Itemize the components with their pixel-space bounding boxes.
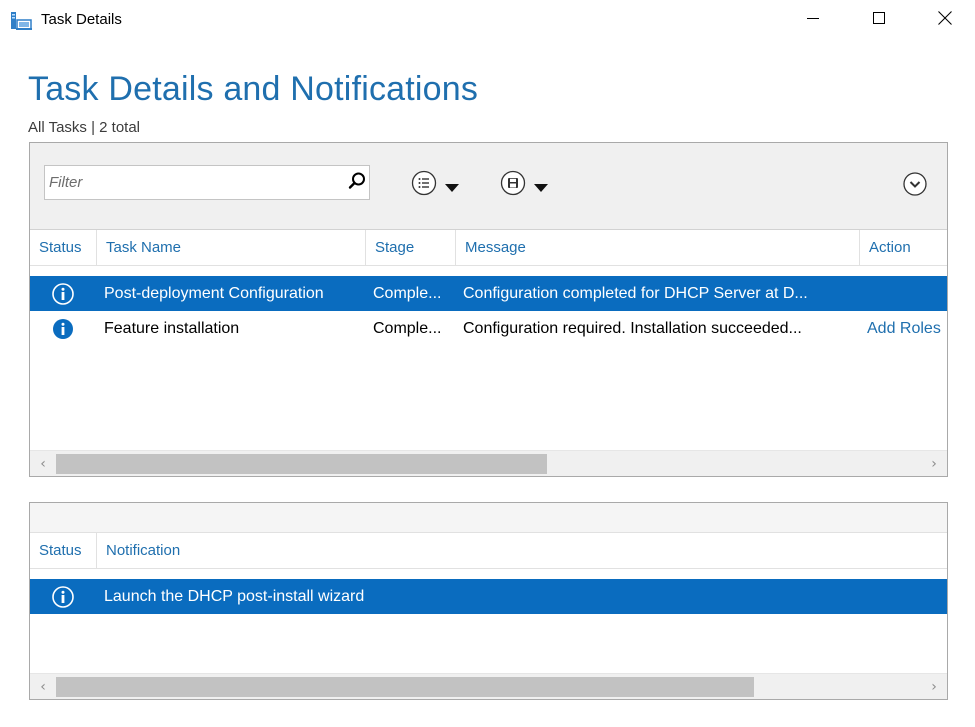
column-message[interactable]: Message <box>455 230 859 266</box>
search-icon <box>347 171 367 196</box>
column-status[interactable]: Status <box>30 230 96 266</box>
scroll-left-arrow-icon[interactable]: ‹ <box>30 451 56 476</box>
add-roles-link[interactable]: Add Roles <box>867 311 947 346</box>
action-cell <box>867 276 947 311</box>
scroll-right-arrow-icon[interactable]: › <box>921 451 947 476</box>
notification-text: Launch the DHCP post-install wizard <box>104 588 365 605</box>
close-icon <box>937 10 953 31</box>
column-action[interactable]: Action <box>859 230 947 266</box>
column-status[interactable]: Status <box>30 533 96 569</box>
stage-cell: Comple... <box>373 285 442 302</box>
search-button[interactable] <box>345 171 369 195</box>
info-icon <box>52 283 74 305</box>
server-manager-icon <box>10 11 32 31</box>
column-stage[interactable]: Stage <box>365 230 455 266</box>
minimize-icon <box>806 11 820 30</box>
title-bar: Task Details <box>0 0 975 40</box>
task-count-label: All Tasks | 2 total <box>28 119 141 136</box>
task-name-cell: Feature installation <box>104 320 240 337</box>
chevron-down-icon <box>534 179 548 192</box>
scroll-right-arrow-icon[interactable]: › <box>921 674 947 699</box>
save-icon <box>500 170 526 196</box>
info-icon <box>52 318 74 340</box>
column-task-name[interactable]: Task Name <box>96 230 366 266</box>
list-item[interactable]: Launch the DHCP post-install wizard <box>30 579 947 614</box>
expand-button[interactable] <box>902 170 928 198</box>
message-cell: Configuration completed for DHCP Server … <box>463 285 808 302</box>
close-button[interactable] <box>916 0 974 40</box>
scrollbar-thumb[interactable] <box>56 677 754 697</box>
stage-cell: Comple... <box>373 320 442 337</box>
window-title: Task Details <box>41 11 122 28</box>
tasks-panel: Status Task Name Stage Message Action Po… <box>29 142 948 477</box>
notifications-header-strip <box>30 503 947 533</box>
notifications-column-header: Status Notification <box>30 533 947 569</box>
tasks-horizontal-scrollbar[interactable]: ‹ › <box>30 450 947 476</box>
save-query-button[interactable] <box>500 169 548 197</box>
filter-box <box>44 165 370 200</box>
minimize-button[interactable] <box>784 0 842 40</box>
table-row[interactable]: Post-deployment Configuration Comple... … <box>30 276 947 311</box>
message-cell: Configuration required. Installation suc… <box>463 320 802 337</box>
tasks-toolbar <box>30 143 947 230</box>
maximize-button[interactable] <box>850 0 908 40</box>
notifications-horizontal-scrollbar[interactable]: ‹ › <box>30 673 947 699</box>
maximize-icon <box>872 11 886 30</box>
view-options-button[interactable] <box>411 169 459 197</box>
chevron-down-icon <box>445 179 459 192</box>
task-name-cell: Post-deployment Configuration <box>104 285 324 302</box>
tasks-column-header: Status Task Name Stage Message Action <box>30 230 947 266</box>
notifications-panel: Status Notification Launch the DHCP post… <box>29 502 948 700</box>
scrollbar-thumb[interactable] <box>56 454 547 474</box>
list-options-icon <box>411 170 437 196</box>
info-icon <box>52 586 74 608</box>
column-notification[interactable]: Notification <box>96 533 947 569</box>
table-row[interactable]: Feature installation Comple... Configura… <box>30 311 947 346</box>
page-title: Task Details and Notifications <box>28 70 479 108</box>
scroll-left-arrow-icon[interactable]: ‹ <box>30 674 56 699</box>
filter-input[interactable] <box>49 170 334 195</box>
chevron-down-circle-icon <box>902 171 928 197</box>
